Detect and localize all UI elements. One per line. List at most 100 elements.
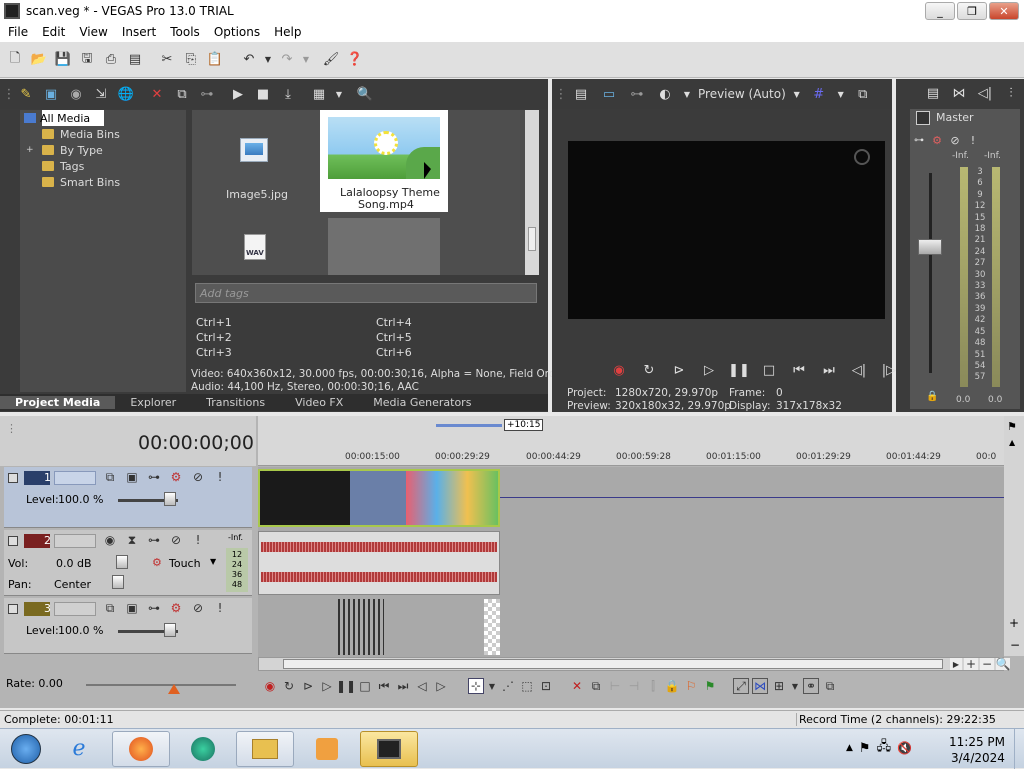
master-solo-icon[interactable]: ! [966,129,980,151]
open-icon[interactable]: 📂 [28,49,50,71]
taskbar-media-player[interactable] [298,731,356,767]
scroll-up-icon[interactable]: ▲ [1009,438,1015,447]
track-1-header[interactable]: 1 ⧉ ▣ ⊶ ⚙ ⊘ ! Level: 100.0 % [4,467,252,528]
prev-frame-icon[interactable]: ◁ [414,678,430,694]
track-fx-icon[interactable]: ⚙ [168,600,184,616]
selection-tool-icon[interactable]: ⬚ [519,678,535,694]
arm-record-icon[interactable]: ◉ [102,532,118,548]
tree-item-smart-bins[interactable]: Smart Bins [20,174,186,190]
track-1-level-thumb[interactable] [164,492,176,506]
track-2-pan-thumb[interactable] [112,575,124,589]
taskbar-explorer[interactable] [236,730,294,767]
start-button[interactable] [4,730,48,768]
menu-help[interactable]: Help [267,25,308,39]
copy-icon[interactable]: ⎘ [180,49,202,71]
preview-properties-icon[interactable]: ▤ [570,83,592,105]
track-motion-icon[interactable]: ⧉ [102,469,118,485]
scrollbar-thumb[interactable] [528,227,536,251]
track-3-clip-strips[interactable] [338,599,384,655]
media-item-lalaloopsy[interactable]: Lalaloopsy Theme Song.mp4 [320,110,448,212]
zoom-icon[interactable]: 🔍 [996,657,1011,671]
audio-clip-track-2[interactable] [258,531,500,595]
master-fx-icon[interactable]: ⚙ [930,129,944,151]
track-3-clip-end[interactable] [484,599,500,655]
stop-media-icon[interactable]: ■ [252,83,274,105]
pan-crop-icon[interactable]: ▣ [124,469,140,485]
tab-project-media[interactable]: Project Media [0,396,116,409]
overlays-icon[interactable]: # [808,83,830,105]
mute-icon[interactable]: ⊘ [168,532,184,548]
network-icon[interactable]: 🖧 [877,737,892,759]
go-end-icon[interactable]: ⏭ [818,359,840,381]
solo-icon[interactable]: ! [212,469,228,485]
track-3-header[interactable]: 3 ⧉ ▣ ⊶ ⚙ ⊘ ! Level: 100.0 % [4,598,252,654]
automation-dropdown-icon[interactable]: ▼ [210,557,216,566]
trim-start-icon[interactable]: ⊢ [607,678,623,694]
maximize-button[interactable]: ❐ [957,2,987,20]
taskbar-firefox[interactable] [112,730,170,767]
timeline-hscroll[interactable] [258,657,1004,671]
stop-icon[interactable]: □ [758,359,780,381]
tags-input[interactable]: Add tags [195,283,537,303]
media-item-image5[interactable]: Image5.jpg [192,110,317,210]
track-1-collapse-icon[interactable] [8,473,18,483]
loop-icon[interactable]: ↻ [638,359,660,381]
composite-icon[interactable]: ⊶ [146,600,162,616]
record-icon[interactable]: ◉ [608,359,630,381]
record-icon[interactable]: ◉ [262,678,278,694]
play-icon[interactable]: ▷ [698,359,720,381]
tree-item-by-type[interactable]: + By Type [20,142,186,158]
media-grid-scrollbar[interactable] [525,110,539,275]
zoom-tool-icon[interactable]: ⊡ [538,678,554,694]
tab-transitions[interactable]: Transitions [191,396,280,409]
shortcut-3[interactable]: Ctrl+3 [196,346,232,359]
track-2-header[interactable]: 2 ◉ ⧗ ⊶ ⊘ ! -Inf. Vol: 0.0 dB ⚙ Touch ▼ … [4,530,252,596]
video-fx-icon[interactable]: ◐ [654,83,676,105]
menu-edit[interactable]: Edit [35,25,72,39]
tree-item-media-bins[interactable]: Media Bins [20,126,186,142]
go-start-icon[interactable]: ⏮ [376,678,392,694]
track-1-name-field[interactable] [54,471,96,485]
mixer-options-icon[interactable]: ⫶ [1000,82,1022,104]
new-icon[interactable]: 🗋 [4,49,26,71]
normal-edit-tool-icon[interactable]: ⊹ [468,678,484,694]
external-monitor-icon[interactable]: ▭ [598,83,620,105]
views-icon[interactable]: ▦ [308,83,330,105]
master-mute-icon[interactable]: ⊘ [948,129,962,151]
lock-icon[interactable]: 🔒 [664,678,680,694]
scroll-right-icon[interactable]: ▶ [950,658,962,670]
zoom-in-horizontal-icon[interactable]: + [964,657,978,671]
track-2-automation-mode[interactable]: Touch [169,557,201,570]
auto-ripple-icon[interactable]: ⤢ [733,678,749,694]
track-2-collapse-icon[interactable] [8,536,18,546]
trim-icon[interactable]: ⧉ [588,678,604,694]
video-clip-track-1[interactable] [258,469,500,527]
solo-icon[interactable]: ! [190,532,206,548]
prev-frame-icon[interactable]: ◁| [848,359,870,381]
views-dropdown-icon[interactable]: ▼ [333,83,345,105]
undo-dropdown-icon[interactable]: ▼ [262,49,274,71]
snapping-icon[interactable]: ⊞ [771,678,787,694]
save-as-icon[interactable]: 🖫 [76,49,98,71]
copy-snapshot-icon[interactable]: ⧉ [852,83,874,105]
import-media-icon[interactable]: ✎ [15,83,37,105]
paste-icon[interactable]: 📋 [204,49,226,71]
mute-icon[interactable]: ⊘ [190,600,206,616]
mixer-properties-icon[interactable]: ▤ [922,82,944,104]
track-2-vol-thumb[interactable] [116,555,128,569]
track-3-level-thumb[interactable] [164,623,176,637]
save-icon[interactable]: 💾 [52,49,74,71]
track-motion-icon[interactable]: ⧉ [102,600,118,616]
clock-date[interactable]: 3/4/2024 [951,751,1005,765]
track-2-name-field[interactable] [54,534,96,548]
whats-this-icon[interactable]: ❓ [344,49,366,71]
track-fx-icon[interactable]: ⚙ [168,469,184,485]
tree-item-tags[interactable]: Tags [20,158,186,174]
track-3-name-field[interactable] [54,602,96,616]
cut-icon[interactable]: ✂ [156,49,178,71]
envelope-tool-icon[interactable]: ⋰ [500,678,516,694]
show-desktop-button[interactable] [1014,729,1024,769]
mute-icon[interactable]: ⊘ [190,469,206,485]
menu-insert[interactable]: Insert [115,25,163,39]
lock-envelopes-icon[interactable]: ⚭ [803,678,819,694]
